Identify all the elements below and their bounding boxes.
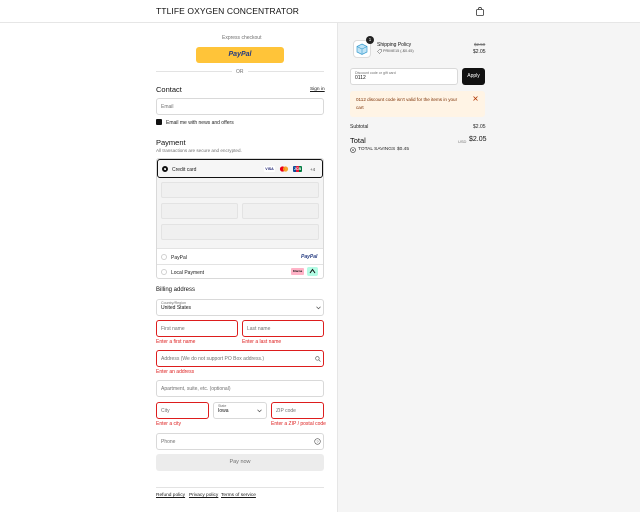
city-field[interactable]: City — [156, 402, 209, 419]
item-price: $2.05 — [473, 49, 486, 55]
news-label: Email me with news and offers — [166, 120, 234, 126]
currency-label: USD — [458, 139, 467, 144]
discount-code-field[interactable]: Discount code or gift card 0112 — [350, 68, 458, 85]
local-payment-radio[interactable] — [161, 269, 167, 275]
credit-card-label: Credit card — [172, 167, 197, 173]
city-placeholder: City — [161, 408, 170, 414]
address-field[interactable]: Address (We do not support PO Box addres… — [156, 350, 324, 367]
zip-placeholder: ZIP code — [276, 408, 296, 414]
paypal-label: PayPal — [171, 255, 187, 261]
savings-tag-icon — [350, 147, 356, 153]
search-icon — [315, 356, 321, 362]
first-name-placeholder: First name — [161, 326, 185, 332]
address-placeholder: Address (We do not support PO Box addres… — [161, 356, 265, 362]
svg-text:?: ? — [316, 439, 319, 444]
order-summary: 1 Shipping Policy PRIME15 (-$0.45) $2.50… — [337, 23, 640, 512]
item-old-price: $2.50 — [474, 42, 486, 47]
apartment-placeholder: Apartment, suite, etc. (optional) — [161, 386, 231, 392]
tag-icon — [377, 49, 382, 54]
security-code-field[interactable] — [242, 203, 319, 219]
billing-heading: Billing address — [156, 287, 196, 293]
discount-error-alert: 0112 discount code isn't valid for the i… — [350, 91, 485, 117]
item-name: Shipping Policy — [377, 42, 412, 48]
email-field[interactable]: Email — [156, 98, 324, 115]
subtotal-label: Subtotal — [350, 124, 369, 130]
local-payment-option[interactable]: Local Payment Klarna — [157, 265, 323, 279]
paypal-logo: PayPal — [301, 254, 318, 260]
payment-methods: Credit card VISA JCB +4 PayPal PayPal Lo… — [156, 158, 324, 279]
total-label: Total — [350, 136, 366, 145]
expiration-field[interactable] — [161, 203, 238, 219]
pay-now-label: Pay now — [229, 459, 251, 465]
paypal-radio[interactable] — [161, 254, 167, 260]
city-error: Enter a city — [156, 421, 182, 427]
first-name-field[interactable]: First name — [156, 320, 238, 337]
mastercard-icon — [279, 166, 289, 172]
chevron-down-icon — [257, 409, 262, 413]
state-select[interactable]: State Iowa — [213, 402, 267, 419]
savings-value: $0.45 — [397, 147, 410, 152]
paypal-express-button[interactable]: PayPal — [196, 47, 284, 63]
savings-label: TOTAL SAVINGS — [358, 147, 396, 152]
credit-card-option[interactable]: Credit card VISA JCB +4 — [157, 159, 323, 178]
or-label: OR — [236, 69, 244, 75]
phone-placeholder: Phone — [161, 439, 176, 445]
country-value: United States — [161, 305, 192, 311]
privacy-policy-link[interactable]: Privacy policy — [189, 493, 218, 498]
name-on-card-field[interactable] — [161, 224, 319, 240]
payment-subtext: All transactions are secure and encrypte… — [156, 148, 242, 153]
last-name-field[interactable]: Last name — [242, 320, 324, 337]
card-fields — [157, 178, 323, 249]
shopping-bag-icon[interactable] — [476, 7, 484, 16]
apartment-field[interactable]: Apartment, suite, etc. (optional) — [156, 380, 324, 397]
last-name-error: Enter a last name — [242, 339, 282, 345]
more-cards-label: +4 — [310, 167, 316, 172]
country-select[interactable]: Country/Region United States — [156, 299, 324, 316]
address-error: Enter an address — [156, 369, 195, 375]
quantity-badge: 1 — [366, 36, 374, 44]
last-name-placeholder: Last name — [247, 326, 271, 332]
paypal-logo: PayPal — [228, 51, 252, 58]
total-value: $2.05 — [469, 136, 487, 143]
payment-heading: Payment — [156, 138, 186, 147]
email-placeholder: Email — [161, 104, 174, 110]
phone-field[interactable]: Phone ? — [156, 433, 324, 450]
help-circle-icon[interactable]: ? — [314, 438, 321, 445]
state-value: Iowa — [218, 408, 229, 414]
refund-policy-link[interactable]: Refund policy — [156, 493, 185, 498]
zip-field[interactable]: ZIP code — [271, 402, 324, 419]
terms-of-service-link[interactable]: Terms of service — [221, 493, 256, 498]
apply-label: Apply — [467, 73, 480, 79]
checkout-form: Express checkout PayPal OR Contact Sign … — [0, 23, 337, 512]
credit-card-radio[interactable] — [162, 166, 168, 172]
apply-button[interactable]: Apply — [462, 68, 485, 85]
jcb-icon: JCB — [293, 166, 302, 172]
pay-now-button[interactable]: Pay now — [156, 454, 324, 471]
divider — [156, 71, 232, 72]
card-number-field[interactable] — [161, 182, 319, 198]
divider — [248, 71, 324, 72]
express-checkout-label: Express checkout — [222, 35, 262, 41]
first-name-error: Enter a first name — [156, 339, 196, 345]
klarna-icon: Klarna — [291, 268, 304, 275]
contact-heading: Contact — [156, 85, 182, 94]
footer-divider — [156, 487, 324, 488]
store-title[interactable]: TTLIFE OXYGEN CONCENTRATOR — [156, 6, 299, 16]
chevron-down-icon — [316, 306, 321, 310]
alert-text: 0112 discount code isn't valid for the i… — [356, 97, 458, 110]
zip-error: Enter a ZIP / postal code — [271, 421, 326, 427]
paypal-option[interactable]: PayPal PayPal — [157, 249, 323, 265]
item-discount-code: PRIME15 (-$0.45) — [383, 49, 414, 53]
check-icon — [156, 127, 162, 131]
header: TTLIFE OXYGEN CONCENTRATOR — [0, 0, 640, 23]
local-payment-label: Local Payment — [171, 270, 205, 276]
sign-in-link[interactable]: Sign in — [310, 87, 325, 92]
visa-icon: VISA — [264, 166, 275, 172]
discount-value: 0112 — [355, 75, 366, 81]
close-icon[interactable] — [473, 96, 478, 101]
news-checkbox[interactable] — [156, 119, 162, 131]
subtotal-value: $2.05 — [473, 124, 486, 130]
afterpay-icon — [307, 267, 318, 276]
